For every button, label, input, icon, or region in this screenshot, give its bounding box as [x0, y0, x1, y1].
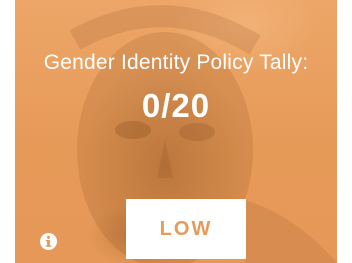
level-button[interactable]: LOW [126, 199, 246, 259]
info-icon[interactable] [40, 233, 57, 250]
tally-score: 0/20 [141, 87, 211, 124]
card-title: Gender Identity Policy Tally: [43, 51, 309, 74]
policy-tally-card: Gender Identity Policy Tally: 0/20 LOW [15, 0, 337, 263]
